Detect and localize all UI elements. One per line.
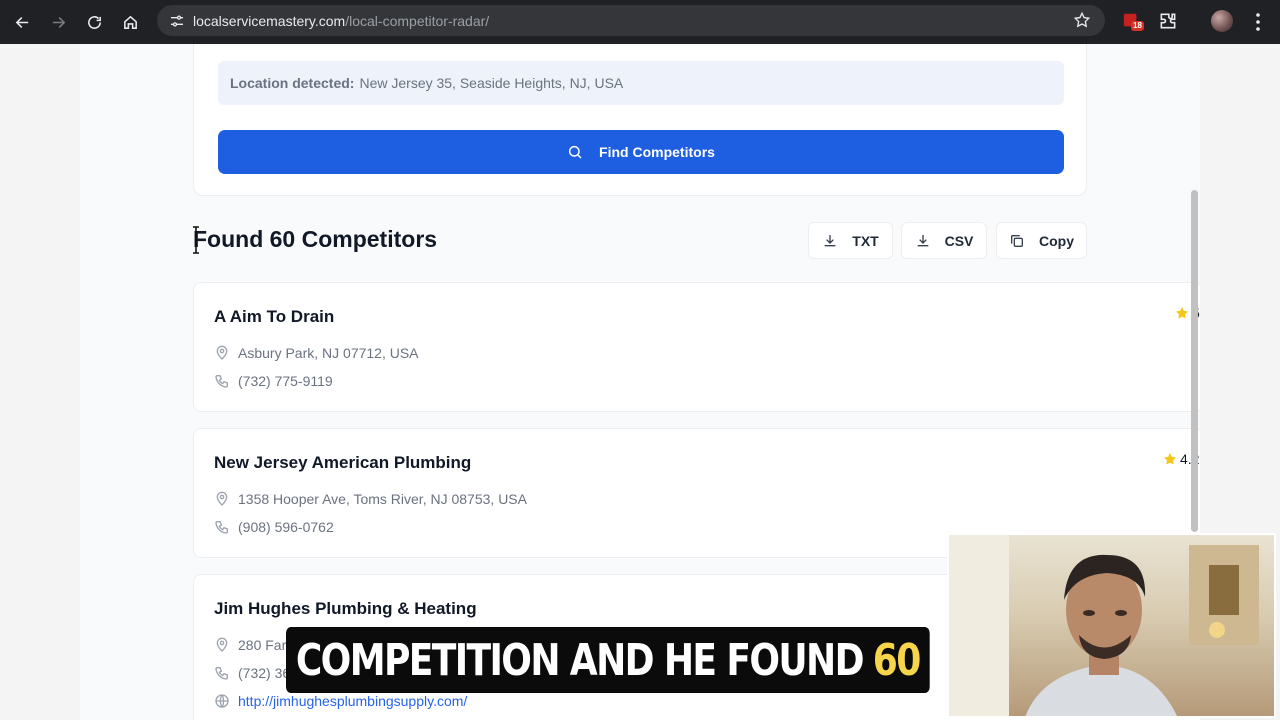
location-detected-box: Location detected: New Jersey 35, Seasid… — [218, 61, 1064, 105]
competitor-name: A Aim To Drain — [214, 307, 335, 326]
search-form-card: Location detected: New Jersey 35, Seasid… — [193, 44, 1087, 196]
scrollbar-thumb[interactable] — [1191, 190, 1198, 532]
map-pin-icon — [216, 491, 228, 506]
competitor-card[interactable]: A Aim To Drain Asbury Park, NJ 07712, US… — [193, 282, 1200, 412]
map-pin-icon — [216, 637, 228, 652]
caption-highlight: 60 — [872, 634, 922, 686]
kebab-menu-icon[interactable] — [1250, 10, 1266, 34]
location-value: New Jersey 35, Seaside Heights, NJ, USA — [359, 75, 624, 91]
address-bar[interactable]: localservicemastery.com/local-competitor… — [157, 5, 1105, 36]
back-button[interactable] — [4, 4, 40, 40]
competitor-name: Jim Hughes Plumbing & Heating — [214, 599, 477, 618]
browser-toolbar: localservicemastery.com/local-competitor… — [0, 0, 1280, 44]
search-icon — [568, 145, 582, 159]
copy-button[interactable]: Copy — [996, 222, 1087, 259]
extension-button[interactable]: 18 — [1122, 12, 1144, 32]
url-path: /local-competitor-radar/ — [345, 12, 490, 29]
download-txt-button[interactable]: TXT — [808, 222, 893, 259]
find-competitors-button[interactable]: Find Competitors — [218, 130, 1064, 174]
phone-icon — [215, 667, 228, 680]
competitor-website-link[interactable]: http://jimhughesplumbingsupply.com/ — [238, 693, 467, 709]
location-label: Location detected: — [230, 75, 355, 91]
home-button[interactable] — [112, 4, 148, 40]
star-icon — [1164, 453, 1176, 465]
txt-label: TXT — [852, 232, 879, 249]
globe-icon — [215, 694, 229, 708]
phone-row: (732) 36 — [214, 665, 290, 681]
address-row: 1358 Hooper Ave, Toms River, NJ 08753, U… — [214, 491, 527, 507]
url-domain: localservicemastery.com — [193, 12, 346, 29]
caption-text: COMPETITION AND HE FOUND — [295, 634, 865, 686]
competitor-phone: (732) 775-9119 — [238, 373, 333, 389]
download-icon — [824, 234, 836, 246]
arrow-left-icon — [15, 16, 28, 28]
phone-row: (732) 775-9119 — [214, 373, 333, 389]
profile-avatar[interactable] — [1211, 10, 1233, 32]
phone-icon — [215, 521, 228, 534]
bookmark-star-icon[interactable] — [1073, 11, 1091, 29]
extensions-puzzle-icon[interactable] — [1158, 11, 1178, 31]
map-pin-icon — [216, 345, 228, 360]
competitor-phone: (908) 596-0762 — [238, 519, 334, 535]
video-caption: COMPETITION AND HE FOUND 60 — [286, 627, 930, 693]
forward-button[interactable] — [40, 4, 76, 40]
download-icon — [917, 234, 928, 246]
reload-button[interactable] — [76, 4, 112, 40]
site-settings-icon[interactable] — [167, 11, 187, 31]
competitor-address: 1358 Hooper Ave, Toms River, NJ 08753, U… — [238, 491, 527, 507]
home-icon — [123, 15, 137, 29]
address-row: 280 Fara — [214, 637, 294, 653]
results-heading: Found 60 Competitors — [193, 226, 438, 252]
star-icon — [1176, 307, 1188, 319]
url-text: localservicemastery.com/local-competitor… — [193, 13, 489, 29]
reload-icon — [87, 15, 101, 29]
competitor-name: New Jersey American Plumbing — [214, 453, 472, 472]
webcam-overlay — [947, 533, 1276, 718]
arrow-right-icon — [52, 16, 65, 28]
phone-icon — [215, 375, 228, 388]
website-row[interactable]: http://jimhughesplumbingsupply.com/ — [214, 693, 467, 709]
copy-icon — [1011, 234, 1023, 247]
competitor-phone: (732) 36 — [238, 665, 291, 681]
competitor-address: Asbury Park, NJ 07712, USA — [238, 345, 419, 361]
address-row: Asbury Park, NJ 07712, USA — [214, 345, 419, 361]
extension-badge: 18 — [1131, 21, 1144, 31]
find-competitors-label: Find Competitors — [599, 144, 715, 160]
download-csv-button[interactable]: CSV — [901, 222, 987, 259]
text-cursor-icon — [193, 226, 199, 254]
phone-row: (908) 596-0762 — [214, 519, 334, 535]
presenter-video-image — [949, 535, 1259, 716]
csv-label: CSV — [944, 232, 974, 249]
copy-label: Copy — [1039, 232, 1074, 249]
